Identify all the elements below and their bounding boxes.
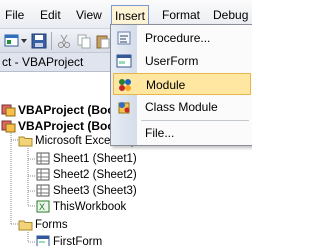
menu-item-procedure[interactable]: Procedure... xyxy=(113,27,251,49)
tree-node-sheet3[interactable]: Sheet3 (Sheet3) xyxy=(36,183,137,200)
vba-project-icon xyxy=(1,104,16,117)
folder-icon xyxy=(18,220,33,231)
folder-icon xyxy=(18,136,33,147)
tree-node-sheet1[interactable]: Sheet1 (Sheet1) xyxy=(36,151,137,168)
worksheet-icon xyxy=(36,184,50,197)
menu-debug[interactable]: Debug xyxy=(210,7,251,23)
procedure-icon xyxy=(117,31,131,45)
workbook-icon: X xyxy=(36,200,50,213)
menu-separator xyxy=(141,120,249,121)
insert-menu-dropdown: Procedure... UserForm Module Class Modul… xyxy=(110,24,252,146)
module-icon xyxy=(119,79,131,91)
project-explorer-title: ct - VBAProject xyxy=(0,53,114,72)
standard-toolbar xyxy=(0,29,112,53)
vba-editor-window: File Edit View Insert Format Debug ct - … xyxy=(0,0,252,246)
paste-icon[interactable] xyxy=(95,33,111,49)
tree-node-firstform[interactable]: FirstForm xyxy=(36,234,102,246)
userform-icon xyxy=(116,54,132,68)
menu-item-file[interactable]: File... xyxy=(113,122,251,144)
tree-node-vbaproject-1[interactable]: VBAProject (Book xyxy=(1,102,121,119)
save-icon[interactable] xyxy=(31,33,47,49)
worksheet-icon xyxy=(36,168,50,181)
cut-icon[interactable] xyxy=(56,33,72,49)
class-module-icon xyxy=(118,102,130,114)
vba-project-icon xyxy=(1,120,16,133)
copy-icon[interactable] xyxy=(76,33,92,49)
menu-format[interactable]: Format xyxy=(159,7,203,23)
menu-item-userform[interactable]: UserForm xyxy=(113,50,251,72)
userform-icon xyxy=(36,235,50,246)
menu-view[interactable]: View xyxy=(73,7,105,23)
menu-file[interactable]: File xyxy=(2,7,27,23)
view-excel-icon[interactable] xyxy=(4,33,20,49)
tree-node-forms[interactable]: Forms xyxy=(18,217,68,234)
worksheet-icon xyxy=(36,152,50,165)
menu-insert[interactable]: Insert xyxy=(111,5,150,26)
menu-item-module[interactable]: Module xyxy=(113,73,251,95)
menu-edit[interactable]: Edit xyxy=(37,7,64,23)
tree-node-thisworkbook[interactable]: X ThisWorkbook xyxy=(36,199,126,216)
dropdown-arrow-icon[interactable] xyxy=(21,39,27,43)
menu-item-class-module[interactable]: Class Module xyxy=(113,96,251,118)
toolbar-separator xyxy=(51,32,52,50)
svg-text:X: X xyxy=(39,202,45,212)
tree-node-sheet2[interactable]: Sheet2 (Sheet2) xyxy=(36,167,137,184)
